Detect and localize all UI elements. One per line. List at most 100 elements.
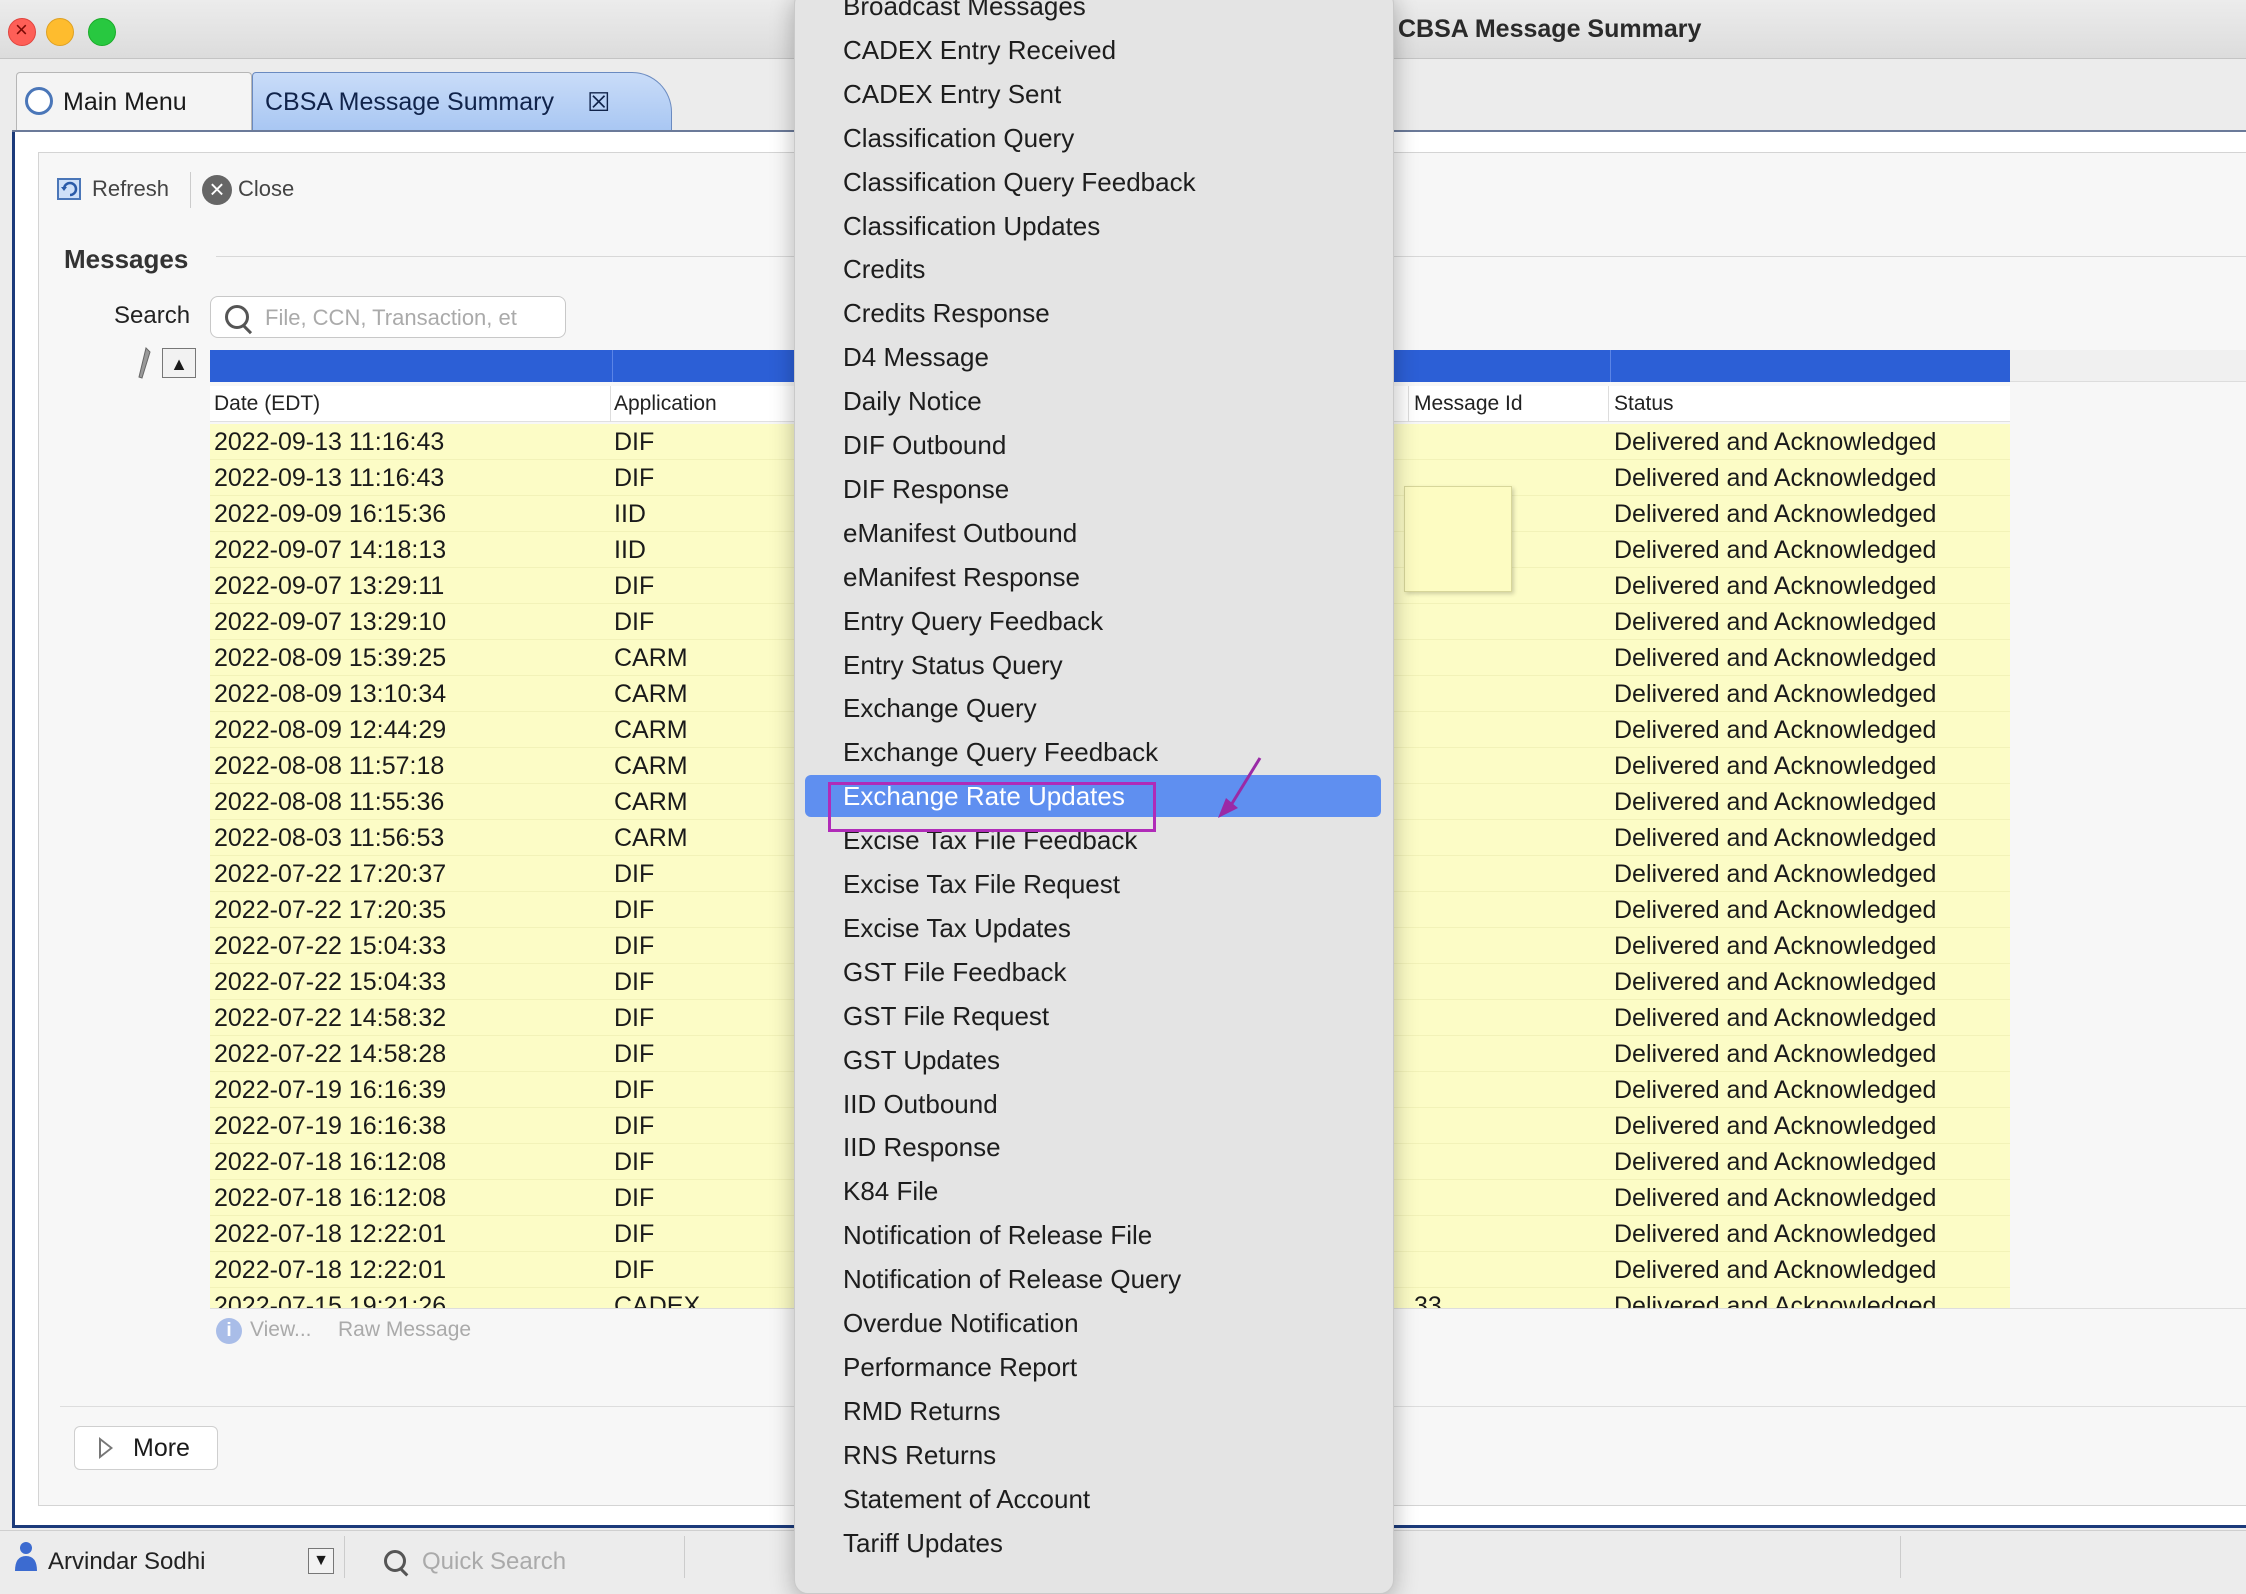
raw-message-button[interactable]: Raw Message [338,1318,471,1342]
menu-item[interactable]: Daily Notice [795,380,1393,422]
menu-item[interactable]: Performance Report [795,1346,1393,1388]
cell-status: Delivered and Acknowledged [1614,1292,1937,1308]
window-zoom-icon[interactable] [88,18,116,46]
menu-item[interactable]: Notification of Release File [795,1214,1393,1256]
column-divider [1408,386,1409,422]
cell-date: 2022-07-22 15:04:33 [214,932,447,960]
menu-item[interactable]: Classification Query Feedback [795,161,1393,203]
cell-date: 2022-08-09 13:10:34 [214,680,447,708]
tooltip-popup [1404,486,1512,592]
menu-item[interactable]: GST File Request [795,995,1393,1037]
cell-date: 2022-07-22 17:20:35 [214,896,447,924]
cell-status: Delivered and Acknowledged [1614,788,1937,816]
menu-item[interactable]: Excise Tax File Request [795,863,1393,905]
menu-item[interactable]: Statement of Account [795,1478,1393,1520]
menu-item[interactable]: Entry Query Feedback [795,600,1393,642]
cell-status: Delivered and Acknowledged [1614,1076,1937,1104]
quick-search-input[interactable] [420,1544,684,1580]
cell-date: 2022-07-15 19:21:26 [214,1292,447,1308]
quick-search-icon [384,1550,406,1572]
cell-date: 2022-09-09 16:15:36 [214,500,447,528]
cell-status: Delivered and Acknowledged [1614,572,1937,600]
tab-main-menu[interactable]: Main Menu [16,72,252,130]
cell-status: Delivered and Acknowledged [1614,824,1937,852]
menu-item[interactable]: DIF Response [795,468,1393,510]
cell-status: Delivered and Acknowledged [1614,896,1937,924]
menu-item[interactable]: GST Updates [795,1039,1393,1081]
cell-date: 2022-09-07 13:29:11 [214,572,445,600]
sort-toggle-button[interactable]: ▲ [162,348,196,378]
table-header-bar-end [2010,350,2246,382]
refresh-label: Refresh [92,176,170,201]
user-dropdown-button[interactable]: ▼ [308,1548,334,1574]
tab-close-icon[interactable]: ☒ [587,73,610,131]
menu-item[interactable]: K84 File [795,1170,1393,1212]
window-minimize-icon[interactable] [46,18,74,46]
window-close-icon[interactable] [8,17,36,46]
cell-application: DIF [614,860,655,888]
menu-item[interactable]: RMD Returns [795,1390,1393,1432]
search-input[interactable] [263,301,563,335]
menu-item[interactable]: Exchange Query [795,687,1393,729]
cell-date: 2022-08-08 11:55:36 [214,788,445,816]
menu-item[interactable]: Credits Response [795,292,1393,334]
view-button[interactable]: View... [250,1318,311,1342]
header-bar-divider [1610,350,1611,382]
menu-item[interactable]: Entry Status Query [795,644,1393,686]
cell-application: IID [614,536,646,564]
cell-application: CARM [614,824,688,852]
menu-item[interactable]: eManifest Response [795,556,1393,598]
cell-application: DIF [614,1076,655,1104]
menu-item[interactable]: Exchange Query Feedback [795,731,1393,773]
menu-item[interactable]: Overdue Notification [795,1302,1393,1344]
tab-label: CBSA Message Summary [265,88,554,116]
column-settings-icon[interactable] [132,346,154,380]
menu-item[interactable]: Notification of Release Query [795,1258,1393,1300]
menu-item[interactable]: eManifest Outbound [795,512,1393,554]
search-field[interactable] [210,296,566,338]
column-header-application[interactable]: Application [614,386,717,422]
close-button[interactable]: × Close [202,172,294,206]
cell-application: DIF [614,428,655,456]
menu-item[interactable]: Credits [795,248,1393,290]
menu-item[interactable]: IID Outbound [795,1083,1393,1125]
cell-status: Delivered and Acknowledged [1614,1148,1937,1176]
tab-cbsa-message-summary[interactable]: CBSA Message Summary ☒ [252,72,672,130]
menu-item[interactable]: Tariff Updates [795,1522,1393,1564]
annotation-arrow-icon [1218,757,1262,818]
cell-status: Delivered and Acknowledged [1614,1112,1937,1140]
cell-application: DIF [614,1040,655,1068]
cell-date: 2022-09-07 14:18:13 [214,536,447,564]
cell-application: DIF [614,1112,655,1140]
menu-item[interactable]: Classification Updates [795,205,1393,247]
cell-application: CARM [614,752,688,780]
menu-item[interactable]: Broadcast Messages [795,0,1393,27]
cell-status: Delivered and Acknowledged [1614,428,1937,456]
menu-item[interactable]: RNS Returns [795,1434,1393,1476]
column-header-message-id[interactable]: Message Id [1414,386,1523,422]
menu-item[interactable]: GST File Feedback [795,951,1393,993]
menu-item[interactable]: D4 Message [795,336,1393,378]
menu-item[interactable]: Excise Tax Updates [795,907,1393,949]
menu-item[interactable]: Classification Query [795,117,1393,159]
menu-item[interactable]: CADEX Entry Received [795,29,1393,71]
cell-application: DIF [614,464,655,492]
cell-date: 2022-07-22 14:58:32 [214,1004,447,1032]
cell-status: Delivered and Acknowledged [1614,752,1937,780]
more-button[interactable]: More [74,1426,218,1470]
main-menu-icon [25,87,53,115]
refresh-button[interactable]: Refresh [56,172,169,206]
cell-date: 2022-07-19 16:16:38 [214,1112,447,1140]
cell-application: CARM [614,716,688,744]
column-header-date[interactable]: Date (EDT) [214,386,320,422]
menu-item[interactable]: DIF Outbound [795,424,1393,466]
cell-status: Delivered and Acknowledged [1614,644,1937,672]
column-header-status[interactable]: Status [1614,386,1674,422]
cell-date: 2022-08-03 11:56:53 [214,824,445,852]
toolbar-divider [190,172,191,208]
menu-item[interactable]: CADEX Entry Sent [795,73,1393,115]
cell-date: 2022-07-22 15:04:33 [214,968,447,996]
annotation-highlight-box [828,782,1156,832]
cell-status: Delivered and Acknowledged [1614,1040,1937,1068]
menu-item[interactable]: IID Response [795,1126,1393,1168]
